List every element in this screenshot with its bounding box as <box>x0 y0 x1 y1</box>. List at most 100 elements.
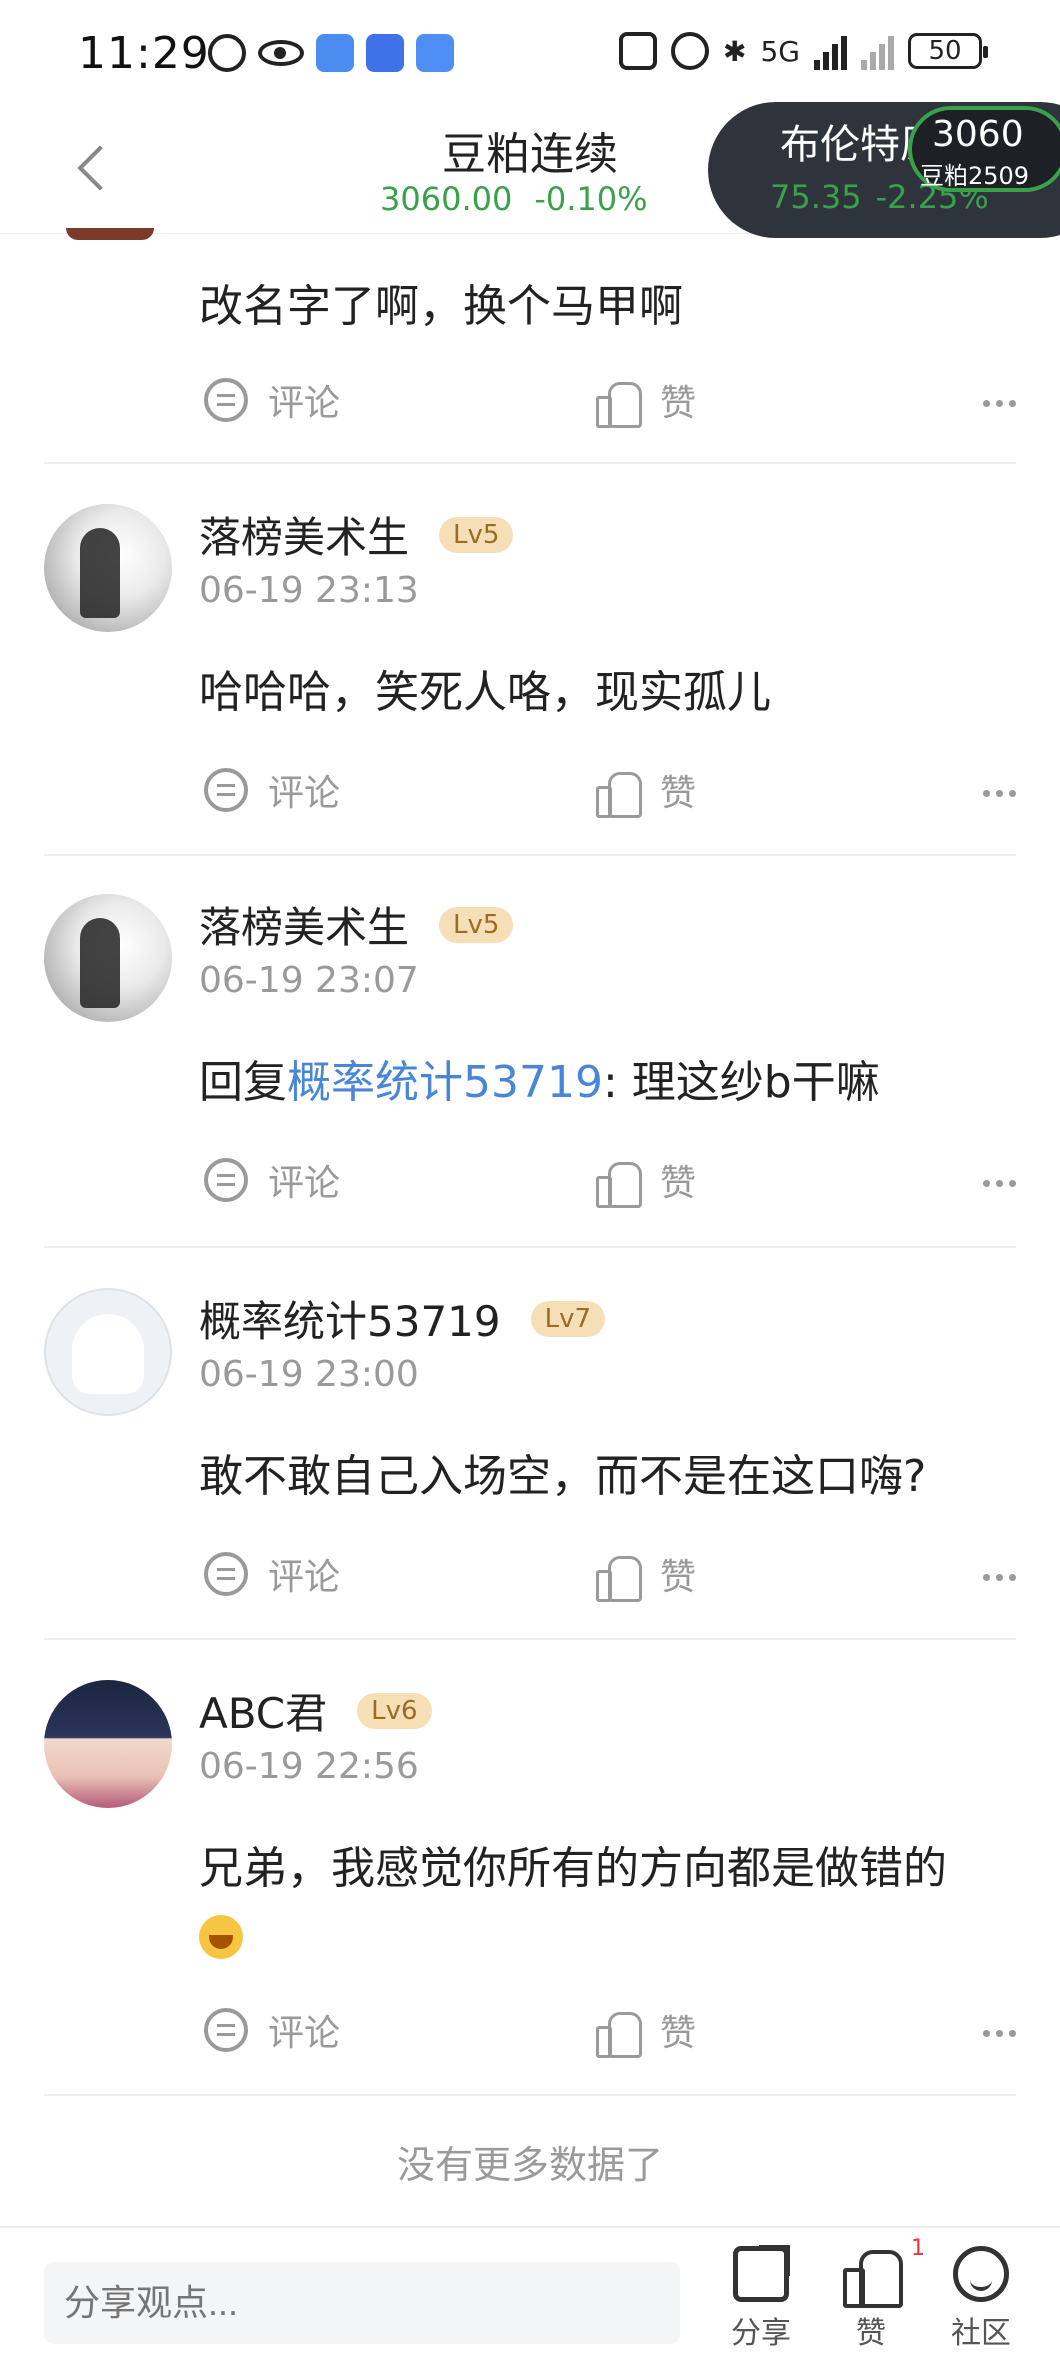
thumbs-up-icon <box>596 1158 642 1208</box>
post-actions: 评论 赞 <box>204 1548 1016 1608</box>
mini-quote-name: 豆粕2509 <box>920 162 1030 190</box>
avatar[interactable] <box>44 1288 172 1416</box>
comment-button[interactable]: 评论 <box>204 1548 340 1600</box>
comment-label: 评论 <box>268 773 341 814</box>
comment-label: 评论 <box>268 1163 341 1204</box>
share-opinion-input[interactable] <box>44 2262 680 2344</box>
more-icon[interactable] <box>983 1574 1016 1581</box>
level-badge: Lv5 <box>439 516 514 553</box>
post-time: 06-19 22:56 <box>199 1746 419 1787</box>
comment-icon <box>204 378 248 422</box>
like-button[interactable]: 赞 <box>596 1154 697 1208</box>
avatar[interactable] <box>66 228 154 240</box>
username[interactable]: 概率统计53719 <box>199 1288 501 1349</box>
community-icon <box>953 2246 1009 2302</box>
back-icon[interactable] <box>72 140 112 200</box>
no-more-data-text: 没有更多数据了 <box>396 2143 663 2187</box>
community-button[interactable]: 社区 <box>936 2246 1026 2352</box>
comment-button[interactable]: 评论 <box>204 2004 340 2056</box>
divider <box>44 2094 1016 2096</box>
more-icon[interactable] <box>983 400 1016 407</box>
post-content: 改名字了啊，换个马甲啊 <box>199 281 683 332</box>
status-left-icons <box>208 34 454 72</box>
eye-icon <box>258 40 304 66</box>
signal-secondary-icon <box>861 32 894 70</box>
more-icon[interactable] <box>983 2030 1016 2037</box>
reply-text: : 理这纱b干嘛 <box>602 1057 880 1108</box>
comment-label: 评论 <box>268 383 341 424</box>
username[interactable]: 落榜美术生 <box>199 504 409 565</box>
comment-icon <box>204 1158 248 1202</box>
header-change: -0.10% <box>534 180 648 218</box>
post-content: 哈哈哈，笑死人咯，现实孤儿 <box>199 667 771 718</box>
like-button[interactable]: 赞 <box>596 764 697 818</box>
post-content: 兄弟，我感觉你所有的方向都是做错的 <box>199 1836 1019 1968</box>
thumbs-up-icon <box>596 378 642 428</box>
username[interactable]: ABC君 <box>199 1680 327 1741</box>
comment-button[interactable]: 评论 <box>204 374 340 426</box>
like-label: 赞 <box>660 773 697 814</box>
thumbs-up-icon <box>596 1552 642 1602</box>
community-label: 社区 <box>951 2316 1011 2351</box>
app-notification-icon <box>416 34 454 72</box>
comment-button[interactable]: 评论 <box>204 1154 340 1206</box>
divider <box>44 1246 1016 1248</box>
post-actions: 评论 赞 <box>204 2004 1016 2064</box>
laughing-crying-emoji-icon <box>199 1915 243 1959</box>
signal-icon <box>814 32 847 70</box>
post-content: 敢不敢自己入场空，而不是在这口嗨? <box>199 1451 927 1502</box>
level-badge: Lv6 <box>357 1692 432 1729</box>
like-label: 赞 <box>660 1163 697 1204</box>
level-badge: Lv7 <box>530 1300 606 1337</box>
comment-icon <box>204 2008 248 2052</box>
avatar[interactable] <box>44 504 172 632</box>
header-quote: 3060.00 -0.10% <box>380 180 648 218</box>
bottom-bar: 分享 1 赞 社区 <box>0 2226 1060 2376</box>
share-icon <box>733 2245 790 2302</box>
status-bar: 11:29 ✱ 5G 50 <box>0 0 1060 110</box>
reply-prefix: 回复 <box>199 1057 287 1108</box>
post-content: 回复概率统计53719: 理这纱b干嘛 <box>199 1050 1019 1116</box>
share-label: 分享 <box>731 2316 791 2351</box>
like-label: 赞 <box>660 383 697 424</box>
thumbs-up-icon: 1 <box>843 2236 925 2308</box>
status-right-icons: ✱ 5G 50 <box>619 32 988 70</box>
post-actions: 评论 赞 <box>204 1154 1016 1214</box>
comment-icon <box>204 768 248 812</box>
post-time: 06-19 23:07 <box>199 960 419 1001</box>
comment-icon <box>204 1552 248 1596</box>
username[interactable]: 落榜美术生 <box>199 894 409 955</box>
user-row: ABC君 Lv6 <box>199 1680 432 1741</box>
like-button[interactable]: 赞 <box>596 1548 697 1602</box>
divider <box>44 854 1016 856</box>
comment-button[interactable]: 评论 <box>204 764 340 816</box>
like-bottom-button[interactable]: 1 赞 <box>826 2236 925 2352</box>
floating-ticker[interactable]: 布伦特原油 75.35 -2.25% 3060 豆粕2509 <box>708 102 1060 238</box>
mini-quote-badge[interactable]: 3060 豆粕2509 <box>908 106 1060 192</box>
like-label: 赞 <box>660 1557 697 1598</box>
divider <box>44 462 1016 464</box>
nfc-icon <box>619 32 658 70</box>
avatar[interactable] <box>44 894 172 1022</box>
app-notification-icon <box>366 34 404 72</box>
alarm-icon <box>671 32 710 70</box>
more-icon[interactable] <box>983 790 1016 797</box>
network-type: 5G <box>760 34 800 68</box>
status-time: 11:29 <box>78 28 210 79</box>
page-title: 豆粕连续 <box>442 129 618 180</box>
notification-icon <box>208 34 246 72</box>
share-button[interactable]: 分享 <box>716 2245 806 2352</box>
like-count-badge: 1 <box>911 2236 925 2261</box>
user-row: 概率统计53719 Lv7 <box>199 1288 606 1349</box>
like-button[interactable]: 赞 <box>596 374 697 428</box>
reply-mention-link[interactable]: 概率统计53719 <box>287 1057 603 1108</box>
app-notification-icon <box>316 34 354 72</box>
like-button[interactable]: 赞 <box>596 2004 697 2058</box>
comment-label: 评论 <box>268 1557 341 1598</box>
mini-quote-price: 3060 <box>932 114 1024 155</box>
like-label: 赞 <box>660 2013 697 2054</box>
like-bottom-label: 赞 <box>856 2316 886 2351</box>
post-time: 06-19 23:00 <box>199 1354 419 1395</box>
more-icon[interactable] <box>983 1180 1016 1187</box>
avatar[interactable] <box>44 1680 172 1808</box>
